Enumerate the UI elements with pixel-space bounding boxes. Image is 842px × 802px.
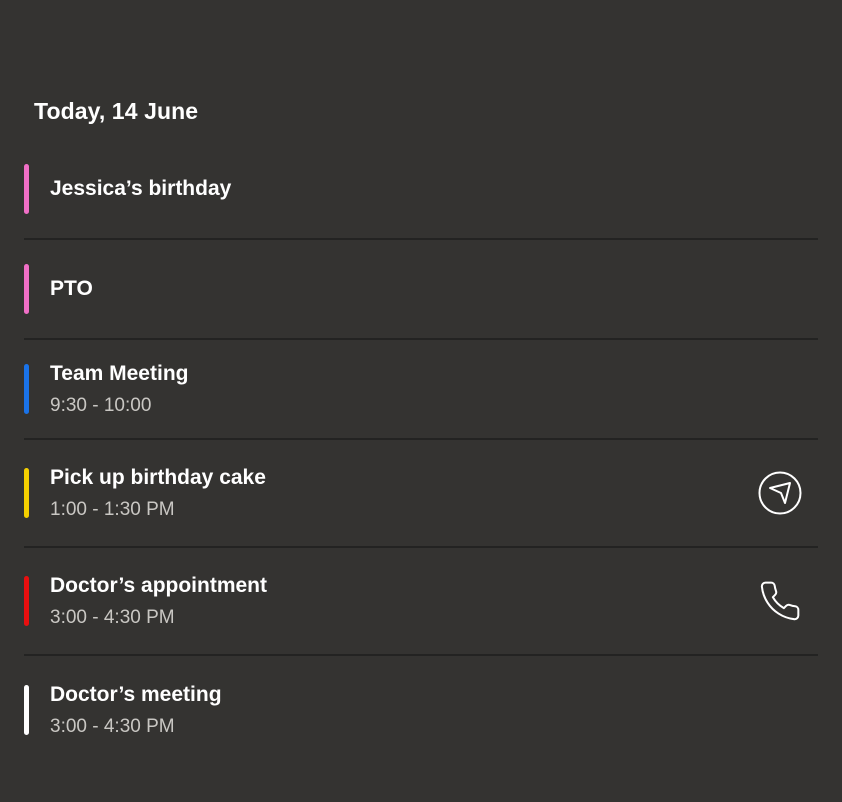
event-time: 3:00 - 4:30 PM bbox=[50, 715, 175, 737]
phone-icon bbox=[760, 581, 800, 621]
event-title: Doctor’s meeting bbox=[50, 682, 222, 706]
navigate-button[interactable] bbox=[756, 469, 804, 517]
event-title: Doctor’s appointment bbox=[50, 573, 268, 597]
date-heading: Today, 14 June bbox=[34, 98, 199, 124]
event-title: Team Meeting bbox=[50, 361, 189, 385]
event-color-bar bbox=[24, 685, 29, 735]
event-title: Pick up birthday cake bbox=[50, 465, 266, 489]
event-color-bar bbox=[24, 264, 29, 314]
event-text: PTO bbox=[50, 276, 93, 302]
event-title: PTO bbox=[50, 277, 93, 300]
event-color-bar bbox=[24, 576, 29, 626]
event-item-team-meeting[interactable]: Team Meeting 9:30 - 10:00 bbox=[24, 340, 818, 440]
event-list: Jessica’s birthday PTO Team Meeting 9:30… bbox=[24, 140, 818, 764]
event-text: Pick up birthday cake 1:00 - 1:30 PM bbox=[50, 465, 266, 522]
event-color-bar bbox=[24, 468, 29, 518]
event-text: Jessica’s birthday bbox=[50, 176, 231, 202]
event-item-pto[interactable]: PTO bbox=[24, 240, 818, 340]
navigate-icon bbox=[758, 471, 802, 515]
event-item-jessicas-birthday[interactable]: Jessica’s birthday bbox=[24, 140, 818, 240]
event-color-bar bbox=[24, 364, 29, 414]
event-time: 1:00 - 1:30 PM bbox=[50, 498, 175, 520]
event-text: Doctor’s appointment 3:00 - 4:30 PM bbox=[50, 573, 267, 630]
event-item-pick-up-birthday-cake[interactable]: Pick up birthday cake 1:00 - 1:30 PM bbox=[24, 440, 818, 548]
event-title: Jessica’s birthday bbox=[50, 177, 232, 200]
event-item-doctors-appointment[interactable]: Doctor’s appointment 3:00 - 4:30 PM bbox=[24, 548, 818, 656]
event-time: 9:30 - 10:00 bbox=[50, 394, 152, 416]
event-item-doctors-meeting[interactable]: Doctor’s meeting 3:00 - 4:30 PM bbox=[24, 656, 818, 764]
event-text: Doctor’s meeting 3:00 - 4:30 PM bbox=[50, 682, 222, 739]
call-button[interactable] bbox=[756, 577, 804, 625]
event-text: Team Meeting 9:30 - 10:00 bbox=[50, 361, 188, 418]
event-time: 3:00 - 4:30 PM bbox=[50, 606, 175, 628]
event-color-bar bbox=[24, 164, 29, 214]
